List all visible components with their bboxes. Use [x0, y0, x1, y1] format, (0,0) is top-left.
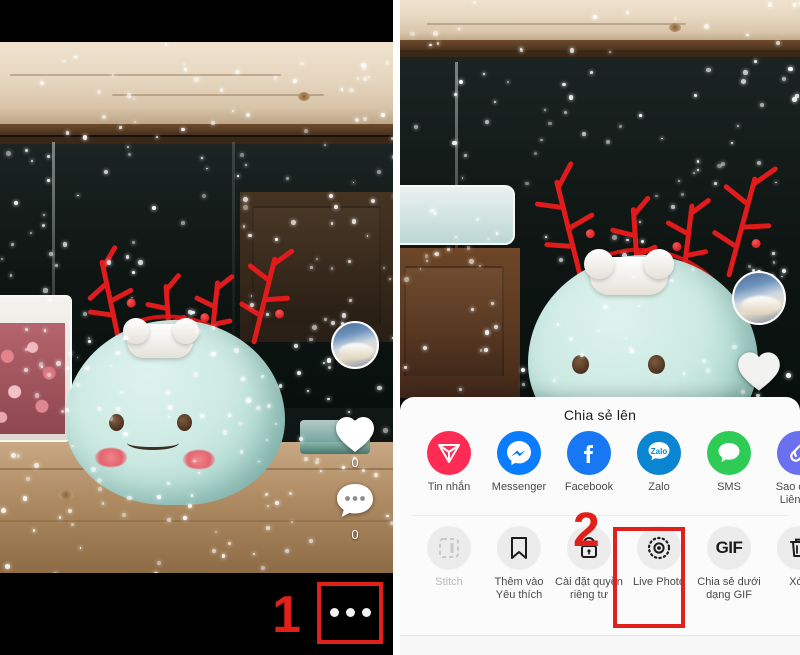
plush-eye-right [648, 355, 665, 374]
window-mullion [232, 142, 235, 343]
plush-eye-right [177, 414, 192, 431]
action-label: Thêm vào Yêu thích [494, 576, 544, 601]
paper-plane-icon [427, 431, 471, 475]
antler-branch [238, 300, 262, 318]
avatar[interactable] [331, 321, 379, 369]
wood-grain [427, 23, 687, 26]
facebook-icon [567, 431, 611, 475]
wood-knot [298, 92, 311, 102]
plush-bone-hat [584, 249, 614, 279]
comment-control-left[interactable]: 0 [335, 482, 375, 543]
wood-grain [9, 73, 282, 76]
right-phone-panel: Chia sẻ lên Tin nhắn Messenger Facebook … [400, 0, 800, 655]
plush-mouth [127, 436, 179, 450]
wood-grain [111, 94, 324, 97]
bookmark-icon [497, 526, 541, 570]
plush-eye-left [572, 355, 589, 374]
share-target-messenger[interactable]: Messenger [484, 431, 554, 507]
zalo-icon: Zalo [637, 431, 681, 475]
right-action-rail [732, 271, 786, 325]
antler-branch [246, 262, 271, 283]
action-label: Stitch [435, 576, 463, 588]
share-sheet: Chia sẻ lên Tin nhắn Messenger Facebook … [400, 397, 800, 655]
screenshot-root: 0 0 1 Chia sẻ lên Tin nhắn Messenger Fac… [0, 0, 800, 655]
like-count: 0 [351, 455, 359, 470]
wood-knot [669, 23, 682, 33]
copy-link-icon [777, 431, 800, 475]
share-target-tin-nhan[interactable]: Tin nhắn [414, 431, 484, 507]
annotation-number-2: 2 [573, 504, 600, 557]
panel-gutter [393, 0, 400, 655]
plush-eye-left [109, 414, 124, 431]
sms-icon [707, 431, 751, 475]
annotation-box-step-2 [613, 527, 685, 628]
messenger-icon [497, 431, 541, 475]
action-share-as-gif[interactable]: GIF Chia sẻ dưới dạng GIF [694, 526, 764, 602]
share-target-facebook[interactable]: Facebook [554, 431, 624, 507]
share-target-label: SMS [717, 481, 741, 493]
heart-icon[interactable] [334, 415, 376, 453]
left-video-frame[interactable]: 0 0 [0, 42, 393, 573]
plush-cheek-left [95, 448, 127, 467]
action-label: Chia sẻ dưới dạng GIF [697, 576, 761, 601]
comment-count: 0 [351, 527, 359, 542]
antler-berry [199, 312, 210, 323]
left-action-rail [331, 321, 379, 369]
share-target-label: Messenger [491, 481, 547, 493]
stitch-icon [427, 526, 471, 570]
share-actions-row: Stitch Thêm vào Yêu thích Cài đặt quyền … [400, 516, 800, 602]
action-delete[interactable]: Xóa [764, 526, 800, 602]
shelf-board [0, 42, 393, 135]
trash-icon [777, 526, 800, 570]
left-phone-panel: 0 0 1 [0, 0, 393, 655]
candy-contents [0, 322, 66, 435]
share-target-label: Sao chép Liên kết [775, 481, 800, 506]
antler-branch [193, 294, 216, 309]
action-add-to-favorites[interactable]: Thêm vào Yêu thích [484, 526, 554, 602]
avatar[interactable] [732, 271, 786, 325]
plush-toy [65, 244, 296, 505]
share-target-zalo[interactable]: Zalo Zalo [624, 431, 694, 507]
share-target-label: Facebook [564, 481, 614, 493]
antler-branch [711, 229, 738, 249]
share-target-label: Zalo [648, 481, 670, 493]
share-apps-row: Tin nhắn Messenger Facebook Zalo Zalo SM… [400, 431, 800, 515]
share-target-label: Tin nhắn [427, 481, 471, 493]
like-control-left[interactable]: 0 [334, 415, 376, 471]
annotation-number-1: 1 [272, 586, 301, 644]
antler-berry [671, 241, 682, 252]
plush-bone-hat [644, 249, 674, 279]
gif-icon: GIF [707, 526, 751, 570]
cabinet-panel [404, 266, 504, 378]
candy-box [0, 295, 72, 442]
plush-cheek-right [183, 450, 215, 469]
annotation-box-step-1 [317, 582, 383, 644]
cabinet [400, 248, 520, 398]
heart-icon[interactable] [736, 350, 782, 392]
zalo-wordmark: Zalo [650, 446, 668, 456]
plush-bone-hat [123, 318, 149, 344]
antler-branch [86, 281, 108, 302]
share-target-sms[interactable]: SMS [694, 431, 764, 507]
share-target-copy-link[interactable]: Sao chép Liên kết [764, 431, 800, 507]
action-stitch: Stitch [414, 526, 484, 602]
action-label: Xóa [789, 576, 800, 588]
white-frame-object [400, 185, 515, 245]
plush-bone-hat [173, 318, 199, 344]
gif-label: GIF [715, 538, 743, 557]
share-sheet-title: Chia sẻ lên [563, 407, 637, 423]
share-sheet-footer [400, 635, 800, 655]
shelf-board [400, 0, 800, 51]
antler-branch [722, 183, 750, 207]
comment-bubble-icon[interactable] [335, 482, 375, 525]
